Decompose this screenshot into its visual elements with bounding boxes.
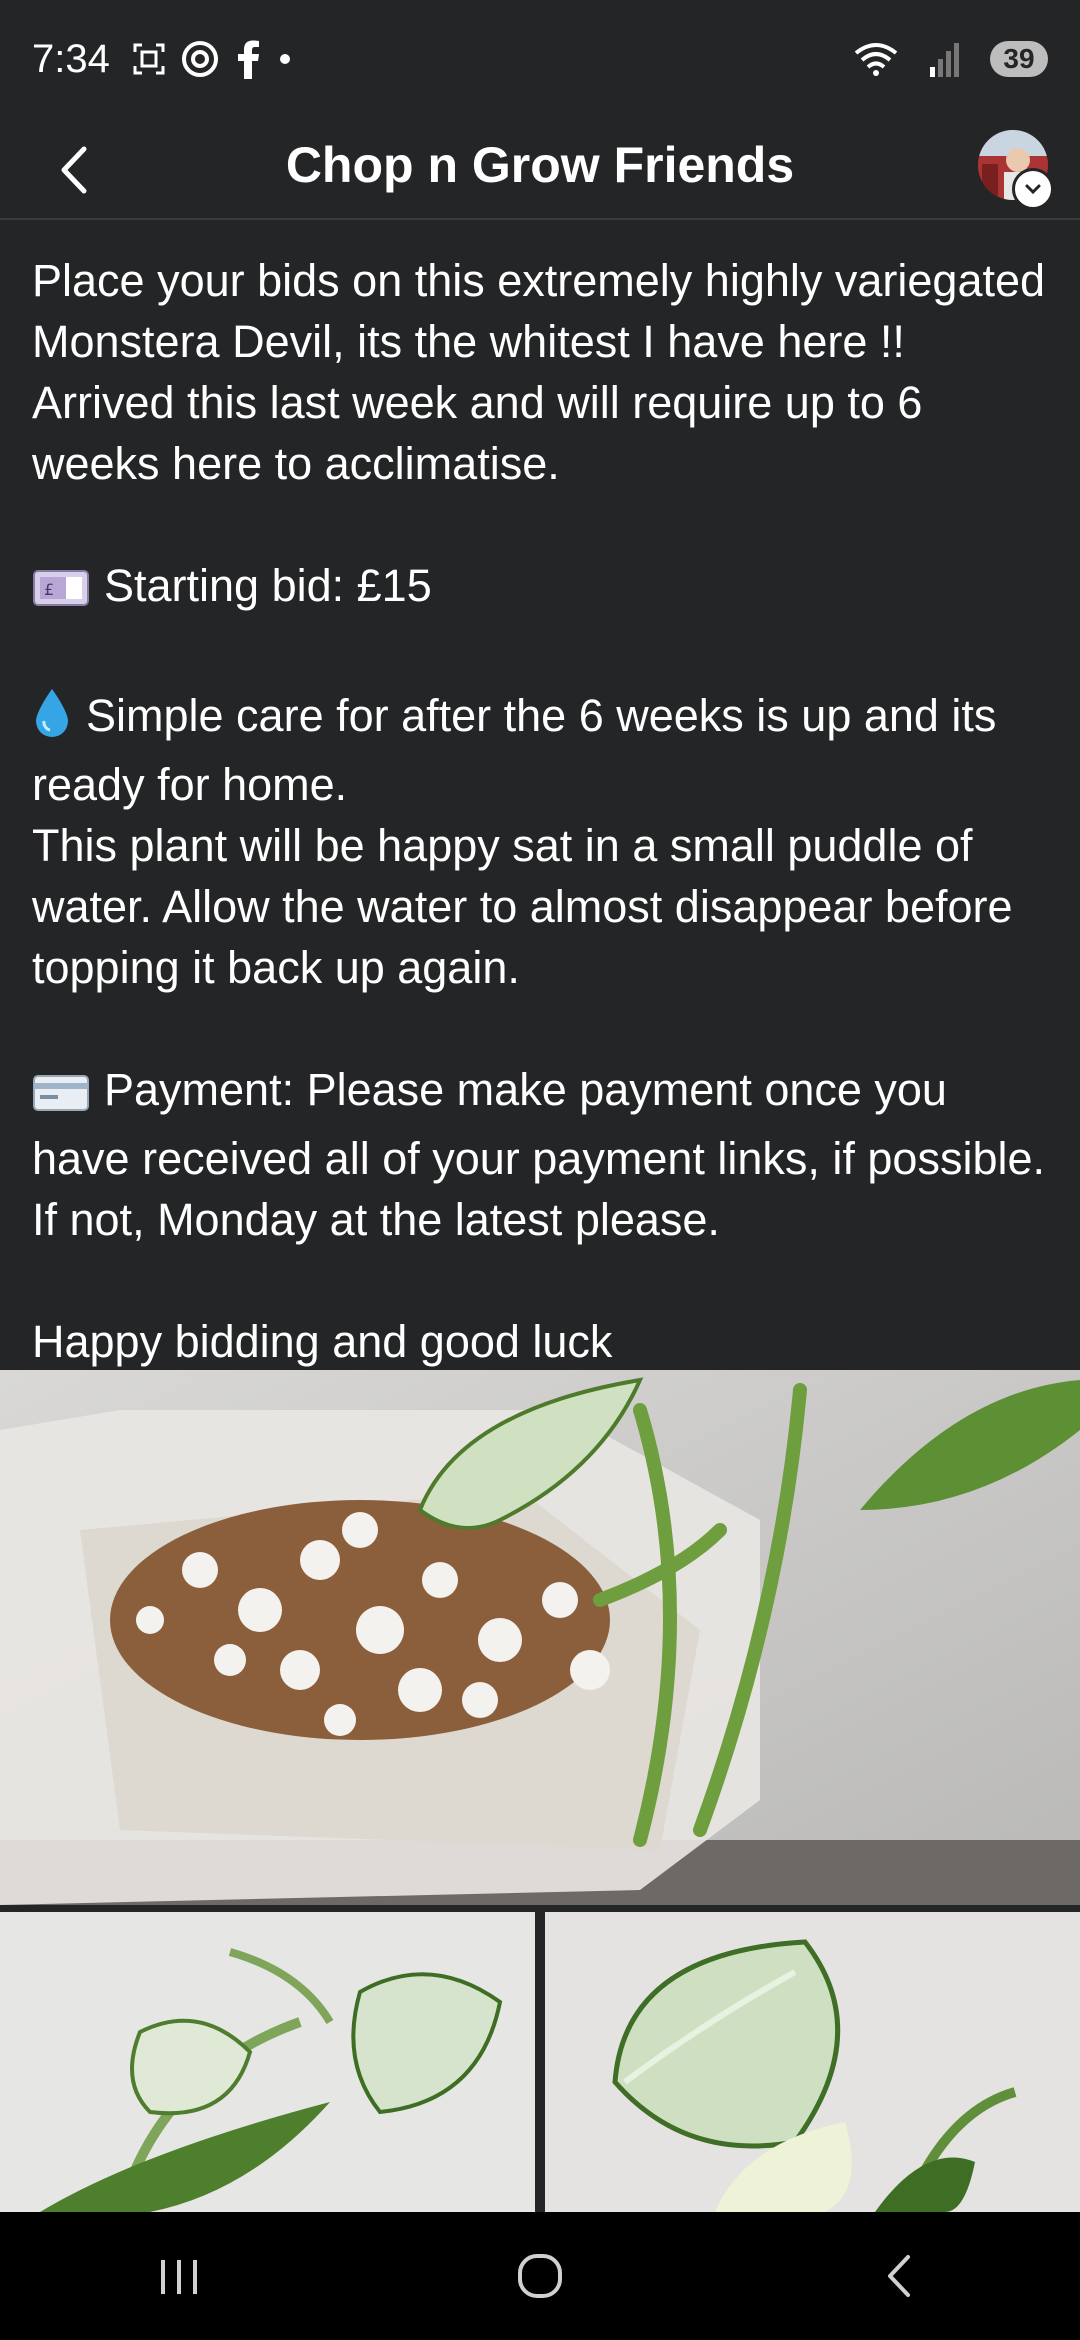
credit-card-icon <box>32 1067 90 1128</box>
signal-icon <box>928 41 962 77</box>
droplet-icon <box>32 687 72 754</box>
chevron-down-icon <box>1025 184 1041 195</box>
status-time: 7:34 <box>32 36 110 81</box>
recents-button[interactable] <box>120 2226 240 2326</box>
photo-main[interactable] <box>0 1370 1080 1905</box>
svg-text:£: £ <box>44 580 54 599</box>
care-text-1: Simple care for after the 6 weeks is up … <box>32 690 997 810</box>
home-button[interactable] <box>480 2226 600 2326</box>
page-title: Chop n Grow Friends <box>285 137 795 193</box>
payment-text: Payment: Please make payment once you ha… <box>32 1064 1046 1245</box>
home-icon <box>518 2254 562 2298</box>
payment-line: Payment: Please make payment once you ha… <box>32 1059 1052 1250</box>
battery-indicator: 39 <box>990 41 1048 77</box>
photo-left[interactable] <box>0 1912 535 2212</box>
app-header: Chop n Grow Friends <box>0 118 1080 220</box>
system-back-button[interactable] <box>840 2226 960 2326</box>
notification-dot-icon <box>278 52 292 66</box>
closing-text: Happy bidding and good luck <box>32 1316 613 1367</box>
care-line-1: Simple care for after the 6 weeks is up … <box>32 685 1052 815</box>
care-text-2: This plant will be happy sat in a small … <box>32 820 1013 993</box>
photo-right[interactable] <box>545 1912 1080 2212</box>
starting-bid: Starting bid: £15 <box>104 560 432 611</box>
wifi-icon <box>852 39 900 79</box>
recents-icon <box>161 2260 197 2294</box>
facebook-icon <box>234 39 264 79</box>
back-icon <box>888 2255 910 2297</box>
post-text: Place your bids on this extremely highly… <box>32 250 1052 1372</box>
post-intro: Place your bids on this extremely highly… <box>32 255 1046 489</box>
threads-icon <box>180 39 220 79</box>
account-switch-badge[interactable] <box>1012 168 1054 210</box>
starting-bid-line: £ Starting bid: £15 <box>32 555 1052 624</box>
screenshot-icon <box>132 42 166 76</box>
system-nav-bar <box>0 2212 1080 2340</box>
money-icon: £ <box>32 563 90 624</box>
status-bar: 7:34 39 <box>0 0 1080 118</box>
